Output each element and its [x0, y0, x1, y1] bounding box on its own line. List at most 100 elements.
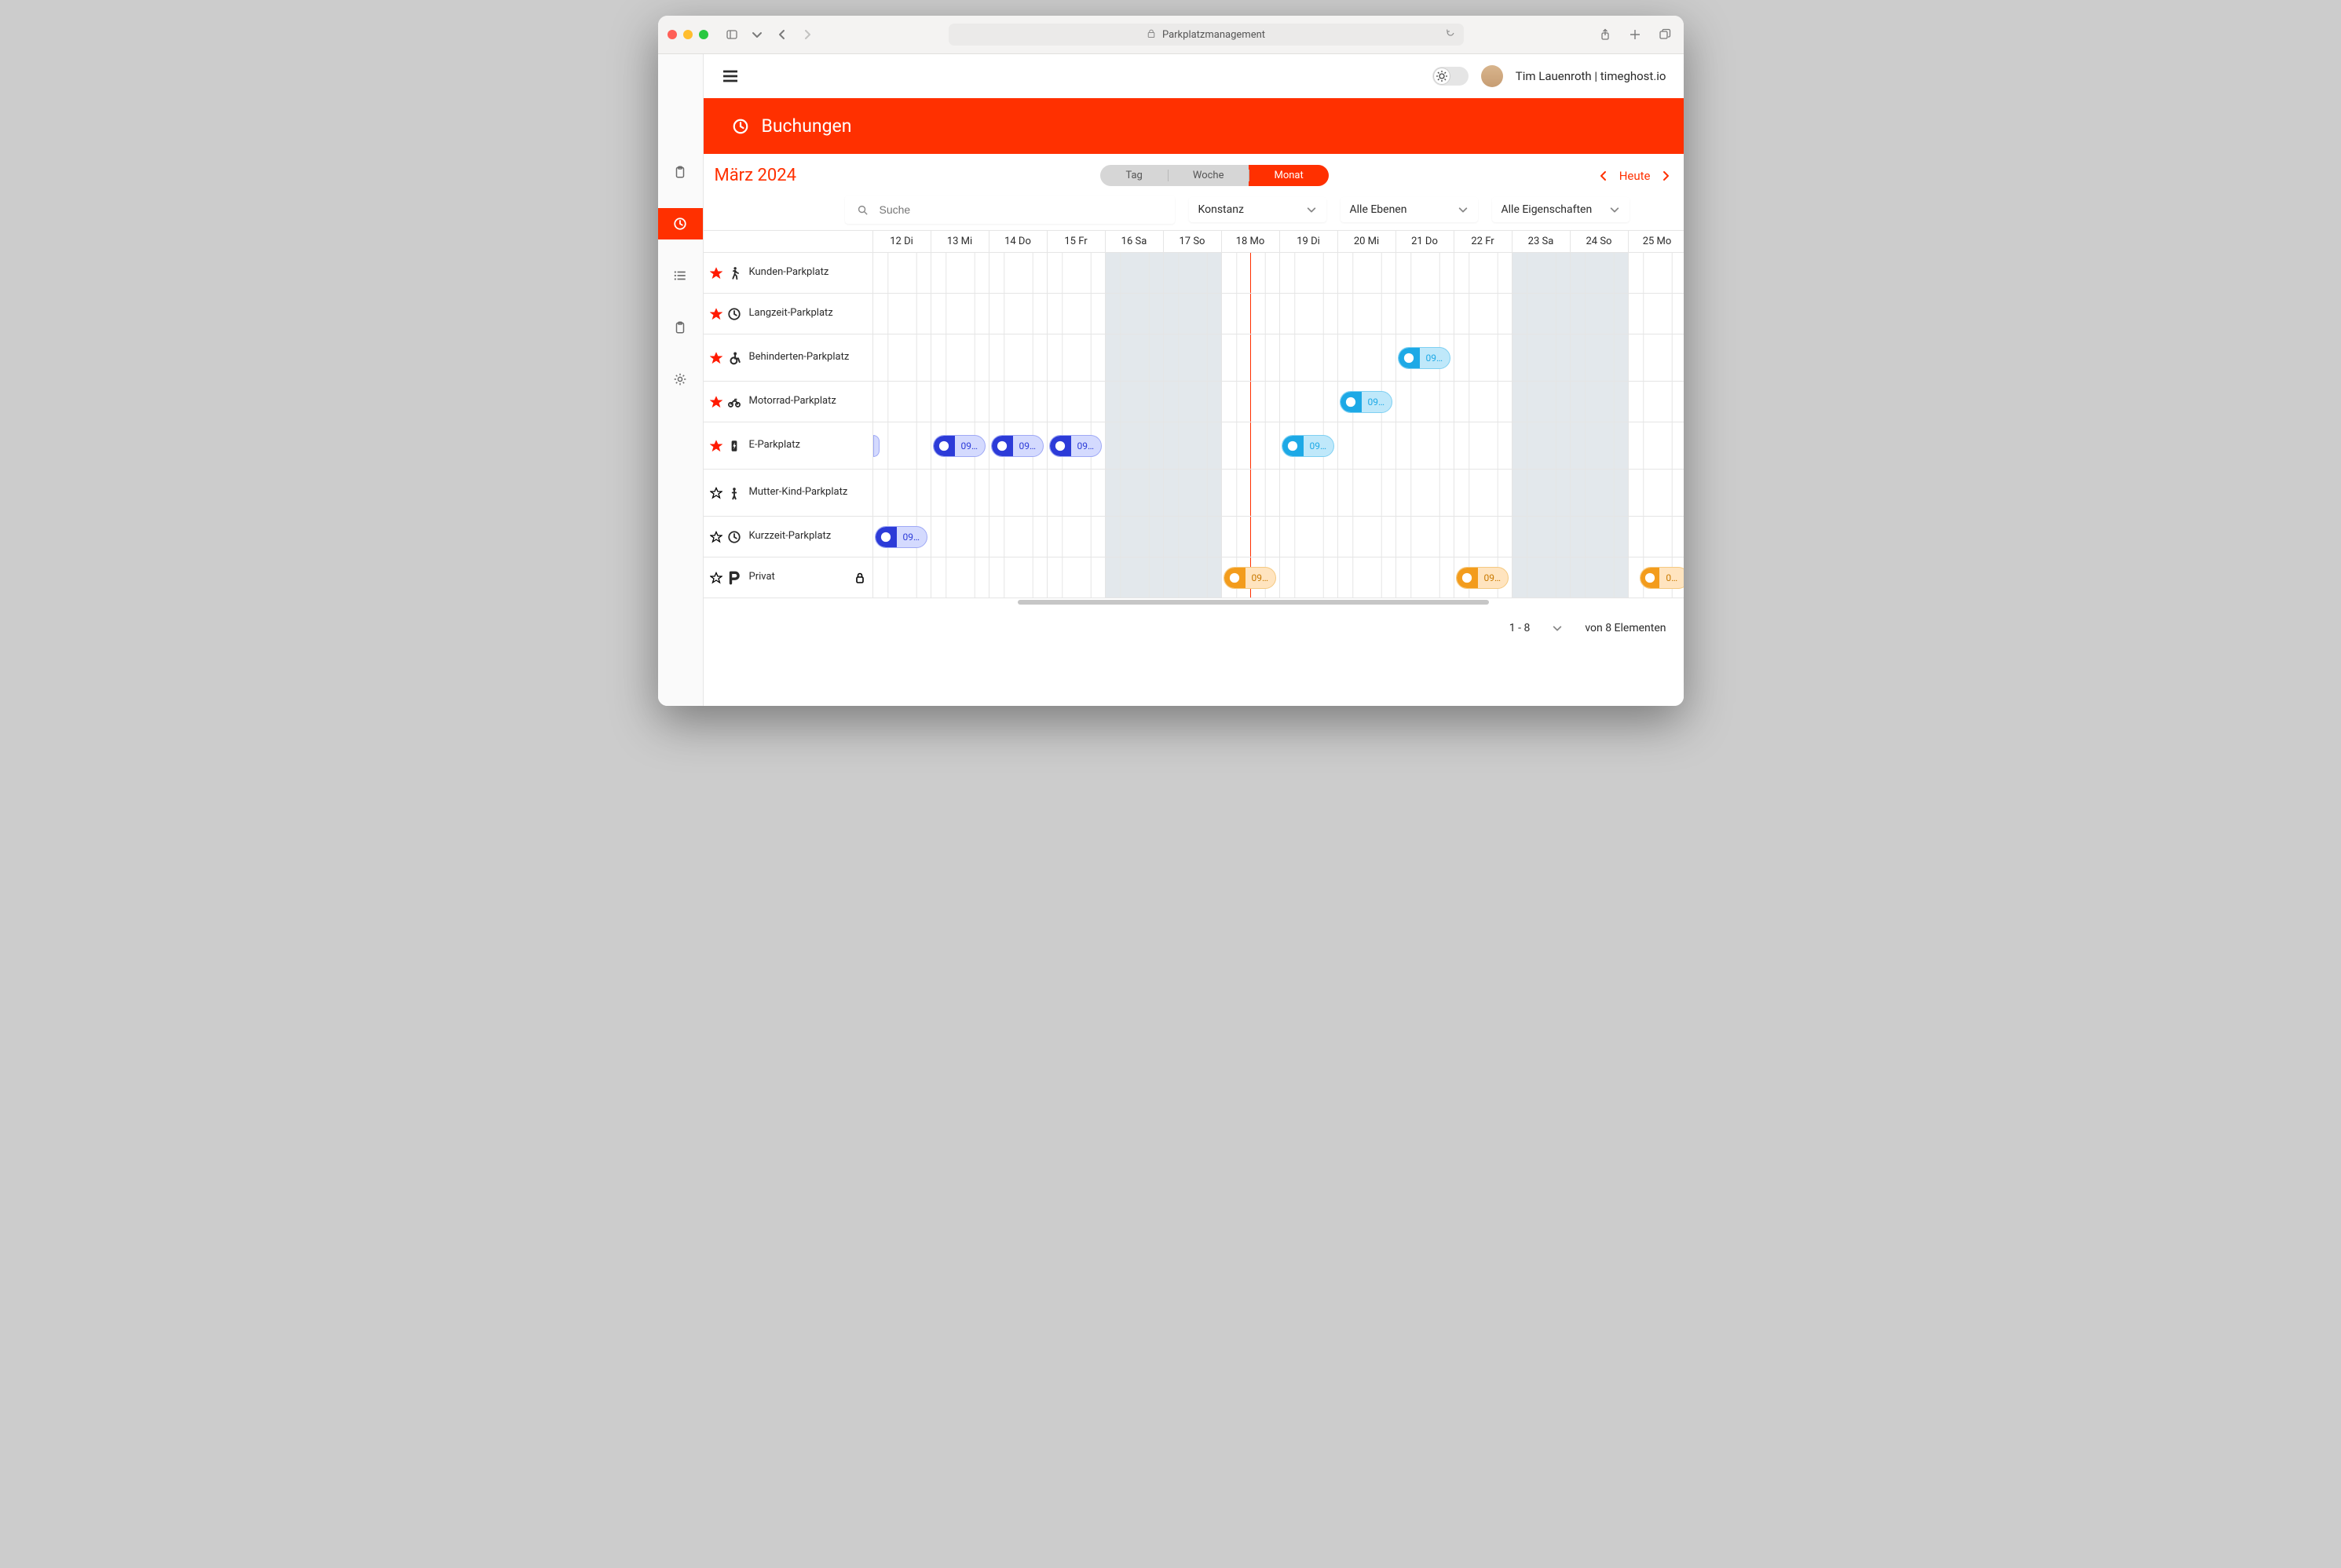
grid-cell[interactable]: 09:…: [1629, 557, 1684, 598]
booking-pill[interactable]: 09:…: [875, 526, 927, 548]
grid-cell[interactable]: [931, 253, 989, 294]
grid-cell[interactable]: [1106, 557, 1164, 598]
property-select[interactable]: Alle Eigenschaften: [1492, 197, 1630, 222]
grid-cell[interactable]: [1396, 294, 1454, 334]
grid-cell[interactable]: 09:…: [1222, 557, 1280, 598]
grid-cell[interactable]: [1222, 422, 1280, 470]
avatar[interactable]: [1481, 65, 1503, 87]
row-header-moto[interactable]: Motorrad-Parkplatz: [704, 382, 873, 422]
grid-cell[interactable]: [931, 294, 989, 334]
grid-cell[interactable]: [1396, 557, 1454, 598]
grid-cell[interactable]: [1454, 422, 1513, 470]
grid-cell[interactable]: [1280, 557, 1338, 598]
grid-cell[interactable]: [1396, 422, 1454, 470]
rail-item-list[interactable]: [658, 260, 704, 291]
grid-cell[interactable]: [873, 253, 931, 294]
grid-cell[interactable]: [1280, 382, 1338, 422]
favorite-star-icon[interactable]: [710, 440, 722, 452]
grid-cell[interactable]: 09:…: [1338, 382, 1396, 422]
booking-pill[interactable]: 09:…: [1340, 391, 1392, 413]
location-select[interactable]: Konstanz: [1189, 197, 1326, 222]
grid-cell[interactable]: [989, 470, 1048, 517]
grid-cell[interactable]: [1164, 470, 1222, 517]
grid-cell[interactable]: [1454, 253, 1513, 294]
grid-cell[interactable]: [1338, 422, 1396, 470]
view-month[interactable]: Monat: [1249, 165, 1328, 186]
favorite-star-icon[interactable]: [710, 487, 722, 499]
reload-icon[interactable]: [1445, 27, 1456, 42]
share-icon[interactable]: [1596, 25, 1615, 44]
grid-cell[interactable]: [1338, 557, 1396, 598]
booking-pill[interactable]: 09:…: [933, 435, 986, 457]
grid-cell[interactable]: [873, 557, 931, 598]
grid-cell[interactable]: [1164, 422, 1222, 470]
grid-cell[interactable]: [1629, 517, 1684, 557]
grid-cell[interactable]: [1571, 253, 1629, 294]
grid-cell[interactable]: [1106, 470, 1164, 517]
grid-cell[interactable]: [1048, 470, 1106, 517]
grid-cell[interactable]: [989, 294, 1048, 334]
grid-cell[interactable]: [1571, 294, 1629, 334]
booking-pill[interactable]: 09:…: [1282, 435, 1334, 457]
grid-cell[interactable]: 09:…: [1048, 422, 1106, 470]
prev-period-button[interactable]: [1597, 170, 1610, 182]
grid-cell[interactable]: [1338, 253, 1396, 294]
grid-cell[interactable]: [873, 334, 931, 382]
booking-pill[interactable]: [873, 435, 880, 457]
grid-cell[interactable]: [1048, 334, 1106, 382]
grid-cell[interactable]: [1048, 294, 1106, 334]
address-bar[interactable]: Parkplatzmanagement: [949, 24, 1464, 46]
grid-cell[interactable]: [931, 470, 989, 517]
grid-cell[interactable]: 09:…: [873, 517, 931, 557]
row-header-langzeit[interactable]: Langzeit-Parkplatz: [704, 294, 873, 334]
grid-cell[interactable]: [1571, 557, 1629, 598]
grid-cell[interactable]: [1164, 557, 1222, 598]
level-select[interactable]: Alle Ebenen: [1341, 197, 1478, 222]
view-week[interactable]: Woche: [1168, 165, 1249, 186]
today-button[interactable]: Heute: [1619, 169, 1651, 183]
maximize-window-button[interactable]: [699, 30, 708, 39]
grid-cell[interactable]: [1222, 334, 1280, 382]
grid-cell[interactable]: [1454, 517, 1513, 557]
grid-cell[interactable]: [1629, 382, 1684, 422]
row-header-kurz[interactable]: Kurzzeit-Parkplatz: [704, 517, 873, 557]
nav-forward-button[interactable]: [798, 25, 817, 44]
grid-cell[interactable]: [989, 557, 1048, 598]
favorite-star-icon[interactable]: [710, 267, 722, 280]
grid-cell[interactable]: [1164, 253, 1222, 294]
grid-cell[interactable]: [1571, 517, 1629, 557]
grid-cell[interactable]: [1048, 517, 1106, 557]
grid-cell[interactable]: [1164, 517, 1222, 557]
grid-cell[interactable]: [1454, 382, 1513, 422]
grid-cell[interactable]: [1396, 470, 1454, 517]
favorite-star-icon[interactable]: [710, 531, 722, 543]
grid-cell[interactable]: [1629, 334, 1684, 382]
new-tab-icon[interactable]: [1626, 25, 1644, 44]
booking-pill[interactable]: 09:…: [1398, 347, 1450, 369]
rail-item-reports[interactable]: [658, 312, 704, 343]
close-window-button[interactable]: [668, 30, 677, 39]
grid-cell[interactable]: [1164, 334, 1222, 382]
grid-cell[interactable]: [1513, 334, 1571, 382]
grid-cell[interactable]: [989, 517, 1048, 557]
grid-cell[interactable]: [1513, 470, 1571, 517]
grid-cell[interactable]: [1513, 294, 1571, 334]
grid-cell[interactable]: [1048, 253, 1106, 294]
grid-cell[interactable]: [1571, 422, 1629, 470]
grid-cell[interactable]: [1629, 422, 1684, 470]
grid-cell[interactable]: [1106, 294, 1164, 334]
booking-pill[interactable]: 09:…: [1224, 567, 1276, 589]
pager-dropdown-icon[interactable]: [1552, 623, 1563, 634]
grid-cell[interactable]: [873, 470, 931, 517]
grid-cell[interactable]: [1396, 253, 1454, 294]
grid-cell[interactable]: [1280, 294, 1338, 334]
row-header-privat[interactable]: Privat: [704, 557, 873, 598]
grid-cell[interactable]: [931, 382, 989, 422]
favorite-star-icon[interactable]: [710, 308, 722, 320]
grid-cell[interactable]: [1571, 382, 1629, 422]
grid-cell[interactable]: [989, 334, 1048, 382]
grid-cell[interactable]: 09:…: [1280, 422, 1338, 470]
grid-cell[interactable]: [1222, 382, 1280, 422]
grid-cell[interactable]: [873, 382, 931, 422]
row-header-eparken[interactable]: E-Parkplatz: [704, 422, 873, 470]
